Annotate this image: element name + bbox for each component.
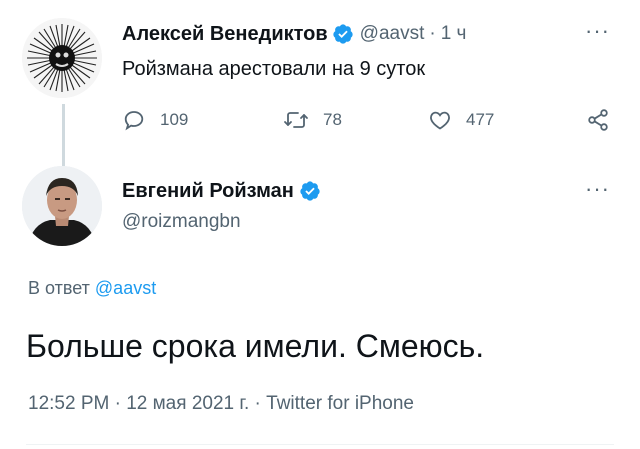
retweet-count: 78 — [323, 110, 342, 129]
tweet-timestamp[interactable]: 12:52 PM · 12 мая 2021 г. · Twitter for … — [28, 393, 414, 415]
like-button[interactable]: 477 — [428, 108, 494, 132]
verified-badge-icon — [332, 23, 354, 45]
thread-connector-line — [62, 104, 65, 166]
reply-context: В ответ @aavst — [28, 278, 156, 299]
avatar-roizman[interactable] — [22, 166, 102, 246]
tweet-text: Ройзмана арестовали на 9 суток — [122, 58, 426, 80]
more-icon[interactable]: ··· — [585, 176, 610, 202]
reply-to-handle[interactable]: @aavst — [95, 278, 156, 298]
avatar-image — [22, 18, 102, 98]
more-icon[interactable]: ··· — [585, 18, 610, 44]
author-name[interactable]: Алексей Венедиктов — [122, 23, 328, 46]
verified-badge-icon — [299, 180, 321, 202]
share-icon — [588, 109, 608, 131]
reply-button[interactable]: 109 — [122, 108, 188, 132]
divider — [26, 444, 614, 445]
tweet-time[interactable]: 1 ч — [441, 23, 467, 45]
tweet-header-venediktov: Алексей Венедиктов @aavst · 1 ч — [122, 20, 466, 48]
like-count: 477 — [466, 110, 495, 129]
separator-dot: · — [429, 23, 436, 44]
reply-count: 109 — [160, 110, 189, 129]
retweet-icon — [284, 112, 308, 128]
reply-prefix: В ответ — [28, 278, 90, 298]
main-tweet-text: Больше срока имели. Смеюсь. — [26, 328, 485, 364]
retweet-button[interactable]: 78 — [283, 108, 342, 132]
reply-icon — [124, 111, 144, 131]
like-icon — [430, 111, 450, 130]
avatar-venediktov[interactable] — [22, 18, 102, 98]
tweet-header-roizman: Евгений Ройзман — [122, 177, 321, 205]
avatar-image — [22, 166, 102, 246]
author-handle[interactable]: @aavst — [360, 23, 425, 45]
author-handle[interactable]: @roizmangbn — [122, 211, 241, 233]
author-name[interactable]: Евгений Ройзман — [122, 180, 294, 203]
share-button[interactable] — [586, 108, 624, 132]
